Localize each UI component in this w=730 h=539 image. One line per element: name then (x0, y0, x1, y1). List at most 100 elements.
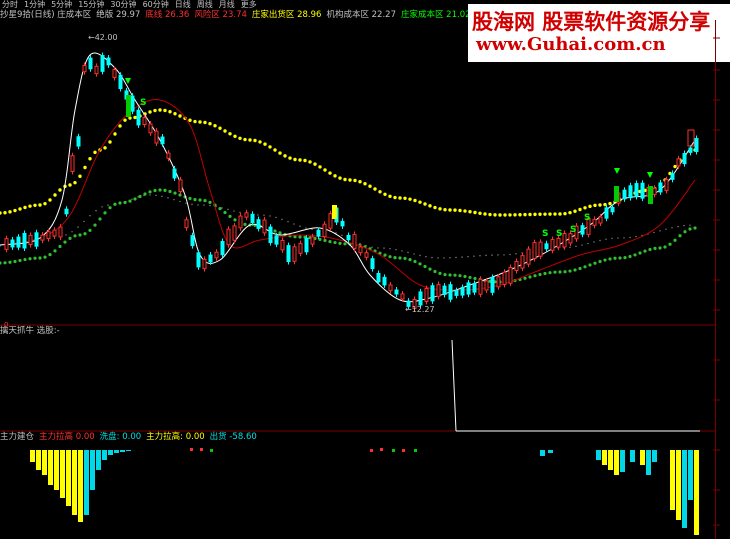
candlestick-chart[interactable]: SS S SS (0, 0, 730, 539)
yellow-dot (283, 154, 287, 158)
candle-body (286, 245, 291, 263)
yellow-dot (8, 210, 12, 214)
faint-dot (377, 247, 379, 249)
yellow-dot (673, 164, 677, 169)
high-price-label: ←42.00 (88, 33, 118, 42)
legend-entry: 主力拉高 0.00 (39, 432, 95, 442)
faint-dot (653, 231, 655, 234)
green-dot (188, 196, 192, 201)
candle-body (544, 243, 549, 250)
green-dot (443, 272, 447, 277)
candle-highlight (648, 186, 653, 204)
flow-bar (596, 450, 601, 460)
yellow-dot (298, 158, 302, 162)
green-dot (98, 217, 102, 221)
green-dot (138, 194, 142, 199)
candle-body (4, 238, 9, 250)
candle-body (262, 219, 267, 234)
faint-dot (71, 231, 73, 233)
flow-bar (614, 450, 619, 475)
green-dot (673, 238, 677, 242)
yellow-dot (248, 138, 252, 142)
yellow-dot (608, 201, 612, 206)
flow-bar (620, 450, 625, 472)
yellow-dot (358, 180, 362, 184)
candle-body (598, 216, 603, 224)
green-dot (243, 222, 247, 226)
yellow-dot (238, 136, 242, 140)
faint-dot (677, 225, 679, 228)
flow-bar (114, 450, 119, 453)
yellow-dot (448, 208, 452, 212)
green-dot (453, 273, 457, 277)
green-dot (633, 253, 637, 257)
candle-body (622, 189, 627, 200)
green-dot (668, 242, 672, 246)
green-dot (28, 257, 32, 261)
green-dot (153, 188, 157, 193)
yellow-dot (593, 203, 597, 208)
faint-dot (209, 204, 211, 207)
yellow-dot (553, 212, 557, 216)
yellow-dot (113, 132, 117, 136)
faint-dot (131, 198, 133, 200)
yellow-dot (153, 108, 157, 113)
yellow-dot (23, 205, 27, 210)
yellow-dot (348, 178, 352, 182)
candle-body (526, 248, 531, 265)
yellow-dot (363, 182, 367, 186)
legend-entry: 洗盘: 0.00 (99, 432, 142, 442)
yellow-dot (483, 212, 487, 216)
candle-body (112, 69, 117, 79)
candle-body (190, 235, 195, 247)
flow-bar (630, 450, 635, 462)
faint-dot (635, 235, 637, 238)
green-dot (273, 229, 277, 233)
yellow-dot (0, 211, 2, 215)
faint-dot (479, 255, 481, 257)
candle-body (160, 136, 165, 145)
faint-dot (605, 238, 607, 240)
yellow-dot (213, 124, 217, 128)
yellow-dot (423, 202, 427, 206)
flow-bar (48, 450, 53, 485)
yellow-dot (383, 192, 387, 196)
faint-dot (155, 194, 157, 197)
candle-body (220, 240, 225, 256)
candle-body (442, 285, 447, 295)
candle-body (148, 123, 153, 134)
candle-body (52, 229, 57, 237)
candle-body (394, 289, 399, 295)
candle-body (88, 57, 93, 70)
green-dot (43, 255, 47, 259)
green-dot (13, 259, 17, 264)
green-dot (658, 246, 662, 250)
flow-bar (120, 450, 125, 452)
green-dot (148, 190, 152, 194)
yellow-dot (293, 157, 297, 162)
legend-entry: 出货 -58.60 (209, 432, 257, 442)
candle-body (532, 242, 537, 259)
flow-bar (72, 450, 77, 515)
flow-bar (688, 450, 693, 500)
yellow-dot (218, 126, 222, 130)
candle-body (100, 55, 105, 72)
yellow-dot (538, 212, 542, 216)
green-dot (563, 270, 567, 274)
faint-dot (101, 206, 103, 208)
green-dot (233, 218, 237, 222)
yellow-dot (73, 180, 77, 185)
yellow-dot (278, 151, 282, 155)
faint-dot (263, 214, 265, 216)
candle-body (292, 246, 297, 262)
yellow-dot (168, 110, 172, 114)
faint-dot (617, 237, 619, 239)
green-dot (583, 265, 587, 269)
faint-dot (83, 220, 85, 223)
panel-zero-marker: 0 (4, 321, 9, 329)
candle-body (688, 147, 693, 153)
green-dot (648, 247, 652, 252)
green-dot (623, 256, 627, 260)
faint-dot (95, 209, 97, 212)
candle-body (652, 187, 657, 195)
